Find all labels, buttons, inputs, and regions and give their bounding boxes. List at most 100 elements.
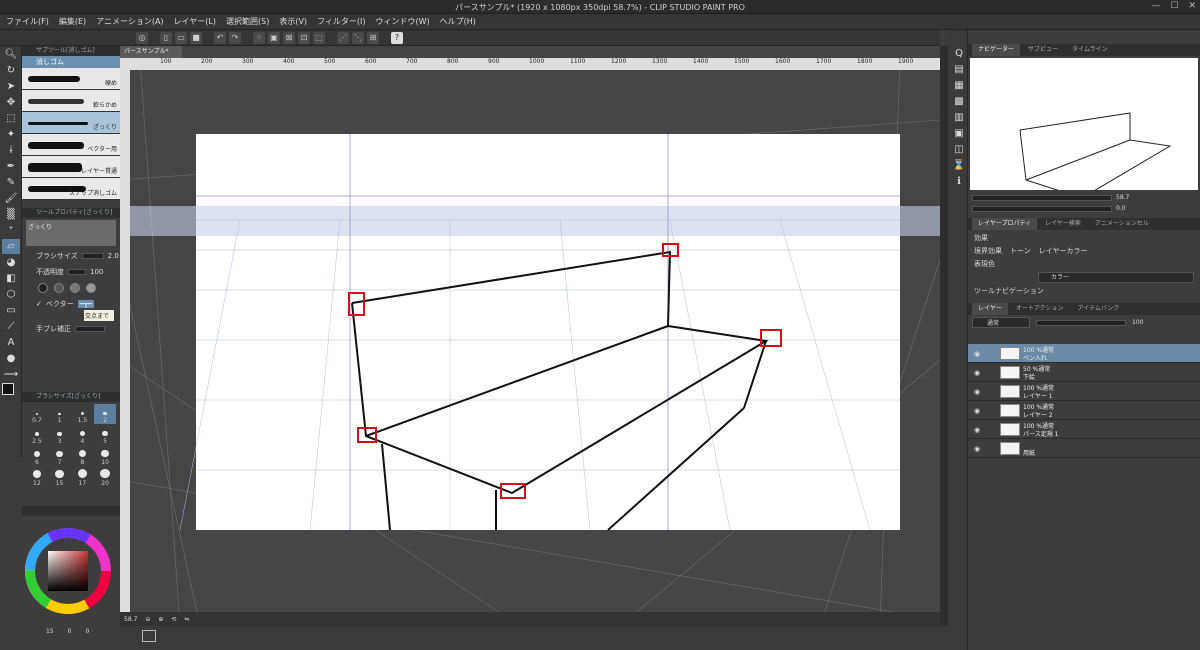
help-icon[interactable]: ? — [391, 31, 403, 44]
layer-row[interactable]: ◉ 用紙 — [968, 439, 1200, 458]
menu-layer[interactable]: レイヤー(L) — [174, 16, 216, 27]
menu-view[interactable]: 表示(V) — [279, 16, 307, 27]
layer-move-icon[interactable]: ✥ — [2, 95, 20, 110]
save-icon[interactable]: ■ — [190, 31, 202, 44]
brush-item[interactable]: ベクター用 — [22, 134, 120, 156]
zoom-in-icon[interactable]: ⊕ — [158, 616, 163, 623]
eye-icon[interactable]: ◉ — [974, 407, 980, 415]
layer-row[interactable]: ◉ 100 %通常 レイヤー 1 — [968, 382, 1200, 401]
subview-icon[interactable]: ▦ — [950, 78, 968, 93]
brush-size-cell[interactable]: 8 — [72, 446, 94, 466]
menu-selection[interactable]: 選択範囲(S) — [226, 16, 269, 27]
layer-opacity-slider[interactable] — [1036, 319, 1127, 326]
eyedropper-icon[interactable]: ɨ — [2, 143, 20, 158]
main-color-icon[interactable] — [2, 383, 14, 395]
rotate-icon[interactable]: ⟲ — [171, 616, 176, 623]
tab-timeline[interactable]: タイムライン — [1066, 44, 1114, 56]
tab-layer[interactable]: レイヤー — [972, 303, 1008, 315]
image-material-icon[interactable]: ▣ — [950, 126, 968, 141]
brush-size-cell[interactable]: 4 — [72, 425, 94, 445]
eye-icon[interactable]: ◉ — [974, 350, 980, 358]
open-icon[interactable]: ▭ — [175, 31, 187, 44]
operation-tool-icon[interactable]: ➤ — [2, 79, 20, 94]
brush-item[interactable]: 軟らかめ — [22, 90, 120, 112]
brush-item-selected[interactable]: ざっくり — [22, 112, 120, 134]
undo-icon[interactable]: ↶ — [214, 31, 226, 44]
layer-color-button[interactable]: レイヤーカラー — [1039, 246, 1088, 256]
brush-size-cell[interactable]: 3 — [49, 425, 71, 445]
brush-size-cell[interactable]: 2 — [94, 404, 116, 424]
material-icon[interactable]: ▩ — [950, 94, 968, 109]
snap-special-icon[interactable]: ⋱ — [352, 31, 364, 44]
eye-icon[interactable]: ◉ — [974, 369, 980, 377]
tab-auto-action[interactable]: オートアクション — [1010, 303, 1070, 315]
frame-icon[interactable]: ▭ — [2, 303, 20, 318]
brush-size-cell[interactable]: 20 — [94, 467, 116, 487]
vertical-scrollbar[interactable] — [940, 46, 948, 626]
expression-select[interactable]: カラー — [1038, 272, 1194, 283]
layer-icon[interactable] — [142, 630, 156, 642]
menu-animation[interactable]: アニメーション(A) — [96, 16, 163, 27]
search-icon[interactable]: Q — [950, 46, 968, 61]
angle-slider[interactable] — [972, 205, 1112, 212]
eraser-tool-icon[interactable]: ▱ — [2, 239, 20, 254]
brush-size-cell[interactable]: 12 — [26, 467, 48, 487]
zoom-readout[interactable]: 58.7 — [124, 616, 137, 623]
fill-icon[interactable]: ▣ — [268, 31, 280, 44]
zoom-slider[interactable] — [972, 194, 1112, 201]
brush-size-cell[interactable]: 17 — [72, 467, 94, 487]
text-icon[interactable]: A — [2, 335, 20, 350]
layer-row[interactable]: ◉ 50 %通常 下絵 — [968, 363, 1200, 382]
tone-icon[interactable]: ▥ — [950, 110, 968, 125]
3d-material-icon[interactable]: ◫ — [950, 142, 968, 157]
checkbox-icon[interactable]: ✓ — [36, 300, 42, 308]
snap-ruler-icon[interactable]: ⋰ — [337, 31, 349, 44]
navigator-preview[interactable] — [970, 58, 1198, 199]
brush-size-cell[interactable]: 15 — [49, 467, 71, 487]
eye-icon[interactable]: ◉ — [974, 388, 980, 396]
deselect-icon[interactable]: ⊡ — [298, 31, 310, 44]
balloon-icon[interactable]: ● — [2, 351, 20, 366]
move-tool-icon[interactable]: ↻ — [2, 63, 20, 78]
tone-button[interactable]: トーン — [1010, 246, 1031, 256]
selection-icon[interactable]: ⬚ — [2, 111, 20, 126]
blend-icon[interactable]: ⁺ — [2, 223, 20, 238]
flip-icon[interactable]: ⇋ — [184, 616, 189, 623]
clip-studio-icon[interactable]: ◎ — [136, 31, 148, 44]
brush-size-cell[interactable]: 0.7 — [26, 404, 48, 424]
eye-icon[interactable]: ◉ — [974, 445, 980, 453]
minimize-icon[interactable]: — — [1151, 1, 1160, 11]
auto-select-icon[interactable]: ✦ — [2, 127, 20, 142]
vector-eraser-option-icon[interactable]: ━┳━ — [77, 300, 95, 308]
menu-window[interactable]: ウィンドウ(W) — [376, 16, 430, 27]
brush-size-cell[interactable]: 7 — [49, 446, 71, 466]
brush-size-cell[interactable]: 6 — [26, 446, 48, 466]
light-brush-icon[interactable] — [86, 283, 96, 293]
brush-size-cell[interactable]: 2.5 — [26, 425, 48, 445]
brush-size-row[interactable]: ブラシサイズ 2.0 — [22, 248, 120, 264]
history-icon[interactable]: ⌛ — [950, 158, 968, 173]
close-icon[interactable]: ✕ — [1188, 1, 1196, 11]
pen-icon[interactable]: ✒ — [2, 159, 20, 174]
ruler-icon[interactable]: ⟋ — [2, 319, 20, 334]
tab-navigator[interactable]: ナビゲーター — [972, 44, 1021, 56]
blend-mode-select[interactable]: 通常 — [972, 317, 1031, 328]
fill-tool-icon[interactable]: ◕ — [2, 255, 20, 270]
brush-item[interactable]: 硬め — [22, 68, 120, 90]
correct-line-icon[interactable]: ⟿ — [2, 367, 20, 382]
subtool-tab[interactable]: 消しゴム — [22, 56, 120, 68]
tab-layer-search[interactable]: レイヤー検索 — [1039, 218, 1087, 230]
brush-size-cell[interactable]: 1 — [49, 404, 71, 424]
brush-size-cell[interactable]: 1.5 — [72, 404, 94, 424]
info-icon[interactable]: ℹ — [950, 174, 968, 189]
brush-icon[interactable]: 🖌︎ — [2, 191, 20, 206]
zoom-tool-icon[interactable]: 🔍︎ — [2, 47, 20, 62]
menu-file[interactable]: ファイル(F) — [6, 16, 49, 27]
tab-animation-cel[interactable]: アニメーションセル — [1089, 218, 1155, 230]
maximize-icon[interactable]: ☐ — [1170, 1, 1178, 11]
snap-grid-icon[interactable]: ⊞ — [367, 31, 379, 44]
redo-icon[interactable]: ↷ — [229, 31, 241, 44]
clear-icon[interactable]: ⁘ — [253, 31, 265, 44]
navigator-icon[interactable]: ▤ — [950, 62, 968, 77]
soft-brush-icon[interactable] — [54, 283, 64, 293]
